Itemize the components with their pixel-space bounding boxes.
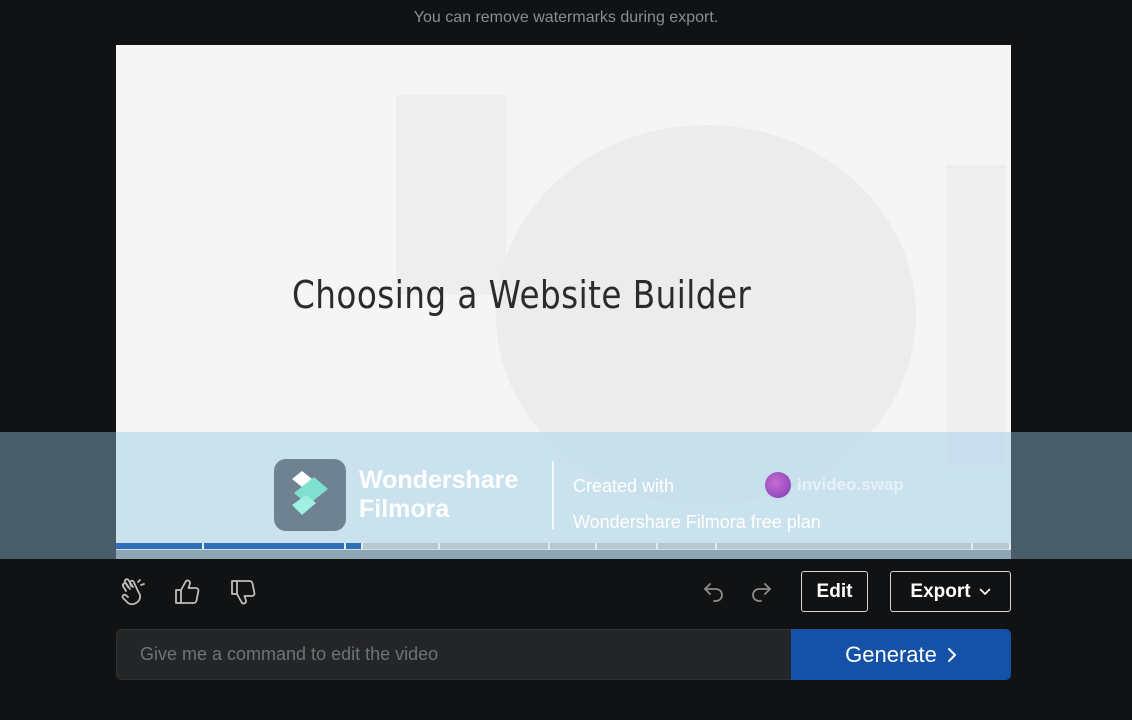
watermark-brand: Wondershare Filmora	[359, 466, 518, 524]
watermark-divider	[552, 461, 554, 529]
watermark-brand-line2: Filmora	[359, 495, 450, 523]
watermark-created-line2: Wondershare Filmora free plan	[573, 512, 821, 532]
command-input[interactable]	[116, 629, 791, 680]
timeline-segment[interactable]	[550, 543, 597, 549]
generate-button-label: Generate	[845, 641, 937, 667]
filmora-logo-icon	[274, 459, 346, 531]
swap-logo-icon	[765, 472, 791, 498]
undo-icon[interactable]	[697, 575, 731, 609]
video-title-text: Choosing a Website Builder	[292, 273, 752, 317]
watermark-band	[0, 432, 1132, 559]
video-timeline[interactable]	[116, 543, 1011, 549]
video-editor-page: You can remove watermarks during export.…	[0, 0, 1132, 720]
watermark-notice: You can remove watermarks during export.	[413, 9, 719, 26]
timeline-segment[interactable]	[658, 543, 718, 549]
export-dropdown-button[interactable]: Export	[890, 571, 1011, 612]
command-bar: Generate	[116, 629, 1011, 680]
blurred-background-shape	[946, 165, 1006, 465]
chevron-down-icon	[979, 588, 990, 595]
redo-icon[interactable]	[744, 575, 778, 609]
clap-icon[interactable]	[116, 575, 150, 609]
timeline-segment[interactable]	[346, 543, 363, 549]
timeline-segment[interactable]	[116, 543, 204, 549]
watermark-swap-text: invideo.swap	[797, 475, 904, 494]
timeline-segment[interactable]	[972, 543, 1011, 549]
timeline-segment[interactable]	[363, 543, 440, 549]
export-button-label: Export	[910, 580, 971, 602]
timeline-segment[interactable]	[717, 543, 973, 549]
thumbs-down-icon[interactable]	[226, 575, 260, 609]
edit-button-label: Edit	[816, 580, 853, 602]
timeline-segment[interactable]	[439, 543, 551, 549]
blurred-background-shape	[396, 95, 506, 295]
generate-button[interactable]: Generate	[791, 629, 1011, 680]
thumbs-up-icon[interactable]	[170, 575, 204, 609]
action-bar: Edit Export	[116, 571, 1011, 612]
watermark-brand-line1: Wondershare	[359, 466, 519, 494]
edit-button[interactable]: Edit	[801, 571, 868, 612]
chevron-right-icon	[947, 647, 956, 662]
watermark-swap-logo: invideo.swap	[765, 472, 904, 498]
timeline-segment[interactable]	[203, 543, 346, 549]
timeline-segment[interactable]	[596, 543, 659, 549]
